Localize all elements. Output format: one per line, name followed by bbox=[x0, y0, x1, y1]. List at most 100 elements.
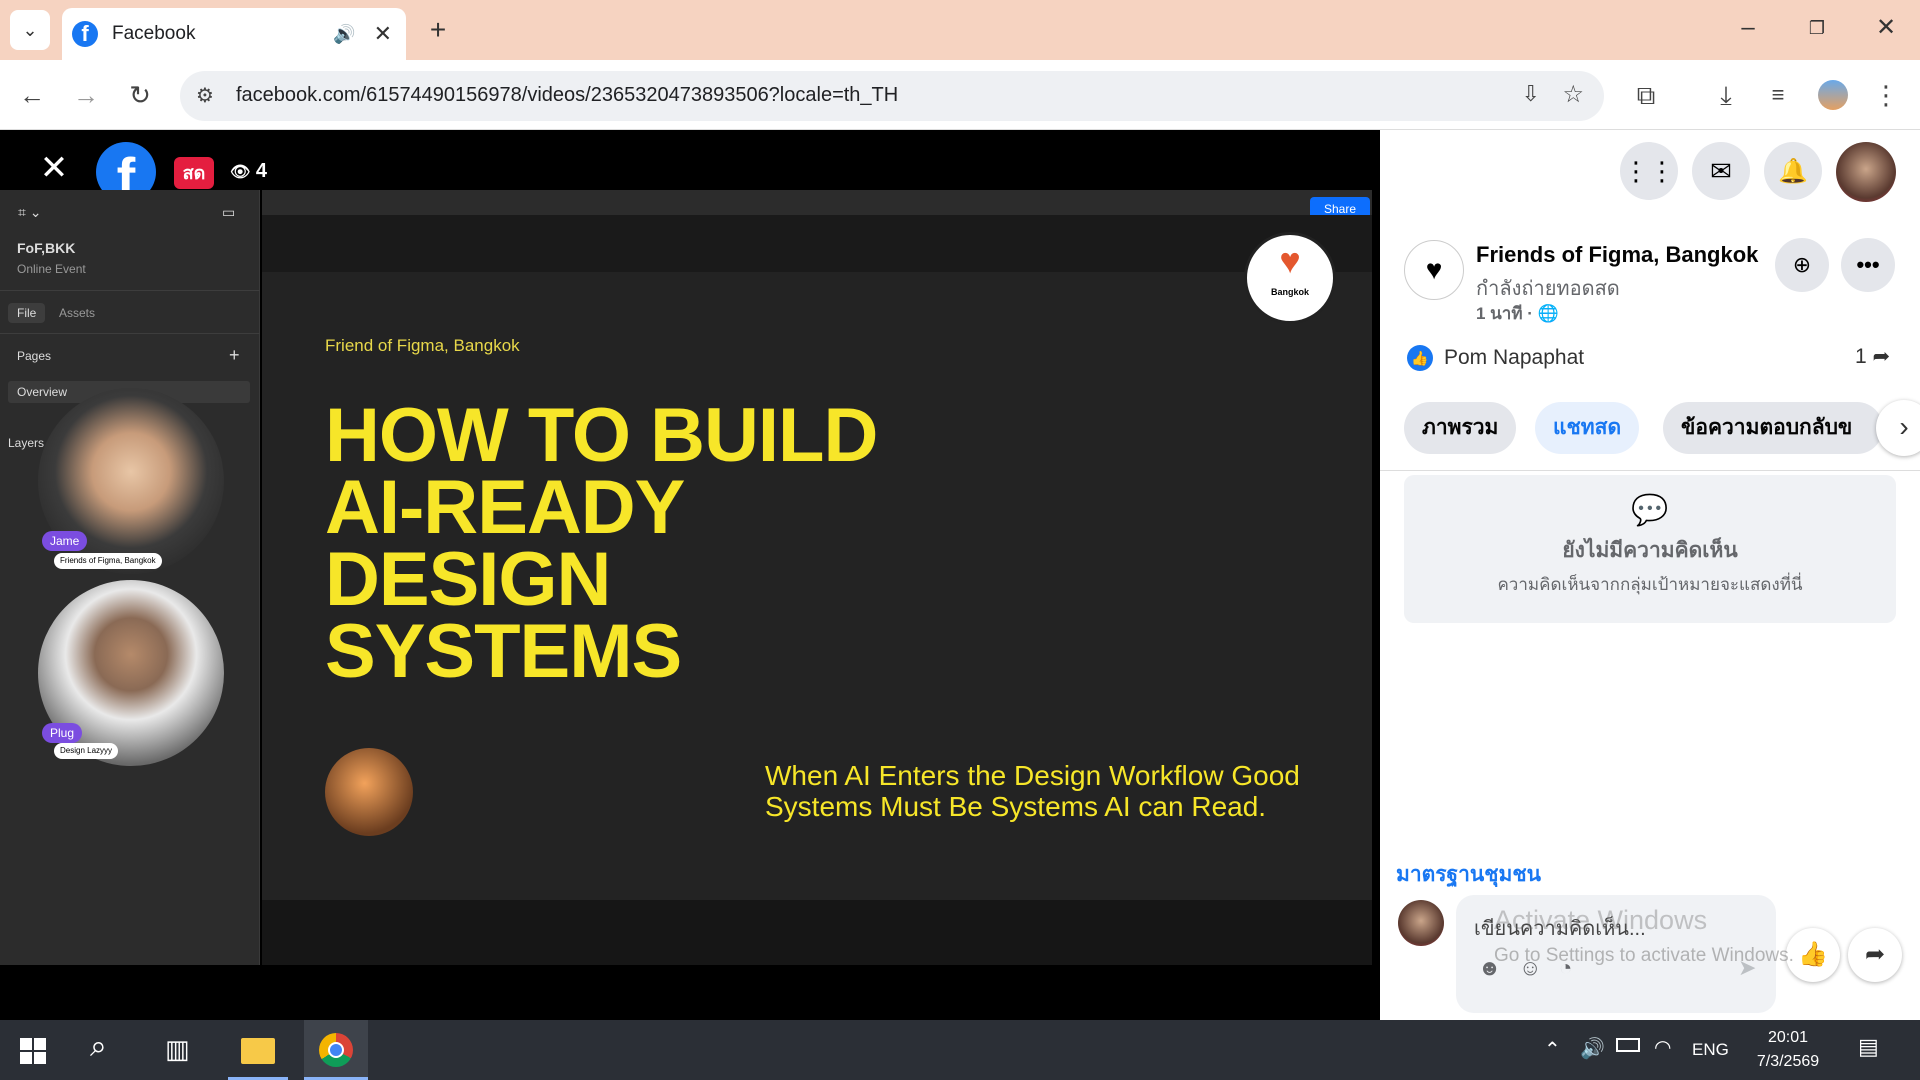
address-bar[interactable]: ⚙ facebook.com/61574490156978/videos/236… bbox=[180, 71, 1604, 121]
forward-icon[interactable]: → bbox=[66, 75, 106, 115]
activate-windows-title: Activate Windows bbox=[1494, 905, 1708, 935]
figma-tab-file: File bbox=[8, 303, 46, 323]
restore-icon[interactable]: ❐ bbox=[1797, 8, 1837, 48]
reload-icon[interactable]: ↻ bbox=[120, 75, 160, 115]
activate-windows-desc: Go to Settings to activate Windows. bbox=[1494, 945, 1794, 966]
browser-tab-bar: ⌄ f Facebook 🔊 ✕ + – ❐ ✕ bbox=[0, 0, 1920, 60]
eye-icon: 👁 bbox=[230, 164, 251, 181]
install-app-icon[interactable]: ⇩ bbox=[1522, 81, 1540, 107]
divider bbox=[0, 333, 260, 334]
commenter-avatar bbox=[1398, 900, 1444, 946]
notification-center-icon[interactable]: ▤ bbox=[1858, 1034, 1879, 1060]
notifications-button[interactable]: 🔔 bbox=[1764, 142, 1822, 200]
share-arrow-icon: ➦ bbox=[1872, 345, 1891, 368]
language-indicator[interactable]: ENG bbox=[1692, 1040, 1729, 1060]
battery-icon[interactable] bbox=[1616, 1038, 1640, 1052]
speaker-org-tag: Friends of Figma, Bangkok bbox=[54, 553, 162, 569]
save-bookmark-button[interactable]: ⊕ bbox=[1775, 238, 1829, 292]
tab-replies[interactable]: ข้อความตอบกลับข bbox=[1663, 402, 1883, 454]
browser-tab[interactable]: f Facebook 🔊 ✕ bbox=[62, 8, 406, 60]
task-view-icon[interactable]: ▥ bbox=[165, 1034, 190, 1065]
slide-subline: When AI Enters the Design Workflow Good … bbox=[765, 760, 1300, 822]
add-page-icon: + bbox=[229, 345, 240, 365]
speaker-org-tag: Design Lazyyy bbox=[54, 743, 119, 759]
page-avatar[interactable]: ♥ bbox=[1404, 240, 1464, 300]
file-explorer-icon[interactable] bbox=[228, 1020, 288, 1080]
tab-live-chat[interactable]: แชทสด bbox=[1535, 402, 1640, 454]
windows-taskbar: ⌕ ▥ ⌃ 🔊 ◠ ENG 20:01 7/3/2569 ▤ bbox=[0, 1020, 1920, 1080]
page-name[interactable]: Friends of Figma, Bangkok bbox=[1476, 242, 1758, 268]
close-video-icon[interactable]: ✕ bbox=[34, 148, 74, 188]
figma-file-sub: Online Event bbox=[17, 262, 86, 276]
comments-bubble-icon: 💬 bbox=[1631, 494, 1669, 527]
bookmark-star-icon[interactable]: ☆ bbox=[1562, 80, 1584, 109]
live-badge: สด bbox=[174, 157, 214, 189]
figma-menu-icon: ⌗ ⌄ bbox=[18, 204, 42, 220]
slide-headline: HOW TO BUILD AI-READY DESIGN SYSTEMS bbox=[325, 393, 878, 694]
downloads-icon[interactable]: ⤓ bbox=[1706, 75, 1746, 115]
new-tab-icon[interactable]: + bbox=[418, 10, 458, 50]
headline-line: SYSTEMS bbox=[325, 609, 682, 694]
browser-toolbar: ← → ↻ ⚙ facebook.com/61574490156978/vide… bbox=[0, 60, 1920, 130]
globe-icon: 🌐 bbox=[1537, 304, 1559, 323]
menu-grid-button[interactable]: ⋮⋮ bbox=[1620, 142, 1678, 200]
speaker-name-tag: Plug bbox=[42, 723, 83, 743]
speaker-icon[interactable]: 🔊 bbox=[333, 24, 355, 45]
tab-title: Facebook bbox=[112, 23, 196, 44]
live-chat-panel: ⋮⋮ ✉ 🔔 ♥ Friends of Figma, Bangkok กำลัง… bbox=[1380, 130, 1920, 1020]
post-time: 1 นาที · 🌐 bbox=[1476, 300, 1559, 327]
divider bbox=[0, 290, 260, 291]
url-text: facebook.com/61574490156978/videos/23653… bbox=[236, 84, 899, 106]
tab-list-chevron-icon[interactable]: ⌄ bbox=[10, 10, 50, 50]
chrome-menu-icon[interactable]: ⋮ bbox=[1866, 75, 1906, 115]
viewer-count-number: 4 bbox=[255, 160, 267, 182]
tabs-next-chevron-icon[interactable]: › bbox=[1876, 400, 1920, 456]
like-icon: 👍 bbox=[1407, 345, 1433, 371]
search-icon[interactable]: ⌕ bbox=[90, 1030, 107, 1064]
clock-date: 7/3/2569 bbox=[1756, 1053, 1820, 1070]
empty-desc: ความคิดเห็นจากกลุ่มเป้าหมายจะแสดงที่นี่ bbox=[1497, 575, 1803, 594]
figma-tab-assets: Assets bbox=[59, 306, 96, 320]
clock-time: 20:01 bbox=[1767, 1029, 1809, 1046]
liker-name[interactable]: Pom Napaphat bbox=[1444, 346, 1584, 370]
more-options-button[interactable]: ••• bbox=[1841, 238, 1895, 292]
close-tab-icon[interactable]: ✕ bbox=[374, 21, 392, 47]
slide-bottom-band bbox=[262, 900, 1372, 965]
speaker-name-tag: Jame bbox=[42, 531, 88, 551]
wifi-icon[interactable]: ◠ bbox=[1654, 1035, 1671, 1060]
tab-overview[interactable]: ภาพรวม bbox=[1404, 402, 1517, 454]
headline-line: HOW TO BUILD bbox=[325, 393, 878, 478]
messenger-button[interactable]: ✉ bbox=[1692, 142, 1750, 200]
clock[interactable]: 20:01 7/3/2569 bbox=[1740, 1026, 1836, 1074]
chrome-taskbar-icon[interactable] bbox=[304, 1020, 368, 1080]
figma-top-strip bbox=[262, 190, 1372, 215]
facebook-favicon-icon: f bbox=[72, 21, 98, 47]
slide-top-band bbox=[262, 215, 1372, 272]
empty-comments-box: 💬 ยังไม่มีความคิดเห็น ความคิดเห็นจากกลุ่… bbox=[1404, 475, 1896, 623]
empty-title: ยังไม่มีความคิดเห็น bbox=[1562, 539, 1738, 562]
share-button[interactable]: ➦ bbox=[1848, 928, 1902, 982]
volume-icon[interactable]: 🔊 bbox=[1580, 1036, 1605, 1061]
back-icon[interactable]: ← bbox=[12, 75, 52, 115]
windows-start-icon[interactable] bbox=[20, 1038, 46, 1064]
figma-layers-panel: ⌗ ⌄ ▭ FoF,BKK Online Event File Assets P… bbox=[0, 190, 260, 965]
share-count-number: 1 bbox=[1855, 345, 1867, 368]
share-count[interactable]: 1 ➦ bbox=[1855, 344, 1890, 369]
close-window-icon[interactable]: ✕ bbox=[1866, 8, 1906, 48]
community-standards-link[interactable]: มาตรฐานชุมชน bbox=[1396, 858, 1541, 891]
heart-icon: ♥ bbox=[1279, 240, 1301, 281]
media-control-icon[interactable]: ≡ bbox=[1758, 75, 1798, 115]
tray-chevron-icon[interactable]: ⌃ bbox=[1544, 1037, 1561, 1062]
site-settings-icon[interactable]: ⚙ bbox=[196, 83, 214, 108]
illustration-avatar bbox=[325, 748, 413, 836]
divider bbox=[1380, 470, 1920, 471]
slide-brand: Friend of Figma, Bangkok bbox=[325, 336, 520, 355]
headline-line: DESIGN bbox=[325, 537, 611, 622]
account-avatar[interactable] bbox=[1836, 142, 1896, 202]
figma-pages-label: Pages bbox=[17, 349, 52, 363]
profile-avatar[interactable] bbox=[1818, 80, 1848, 110]
like-button[interactable]: 👍 bbox=[1786, 928, 1840, 982]
figma-share-button: Share bbox=[1310, 197, 1370, 215]
minimize-icon[interactable]: – bbox=[1728, 8, 1768, 48]
extensions-icon[interactable]: ⧉ bbox=[1626, 75, 1666, 115]
